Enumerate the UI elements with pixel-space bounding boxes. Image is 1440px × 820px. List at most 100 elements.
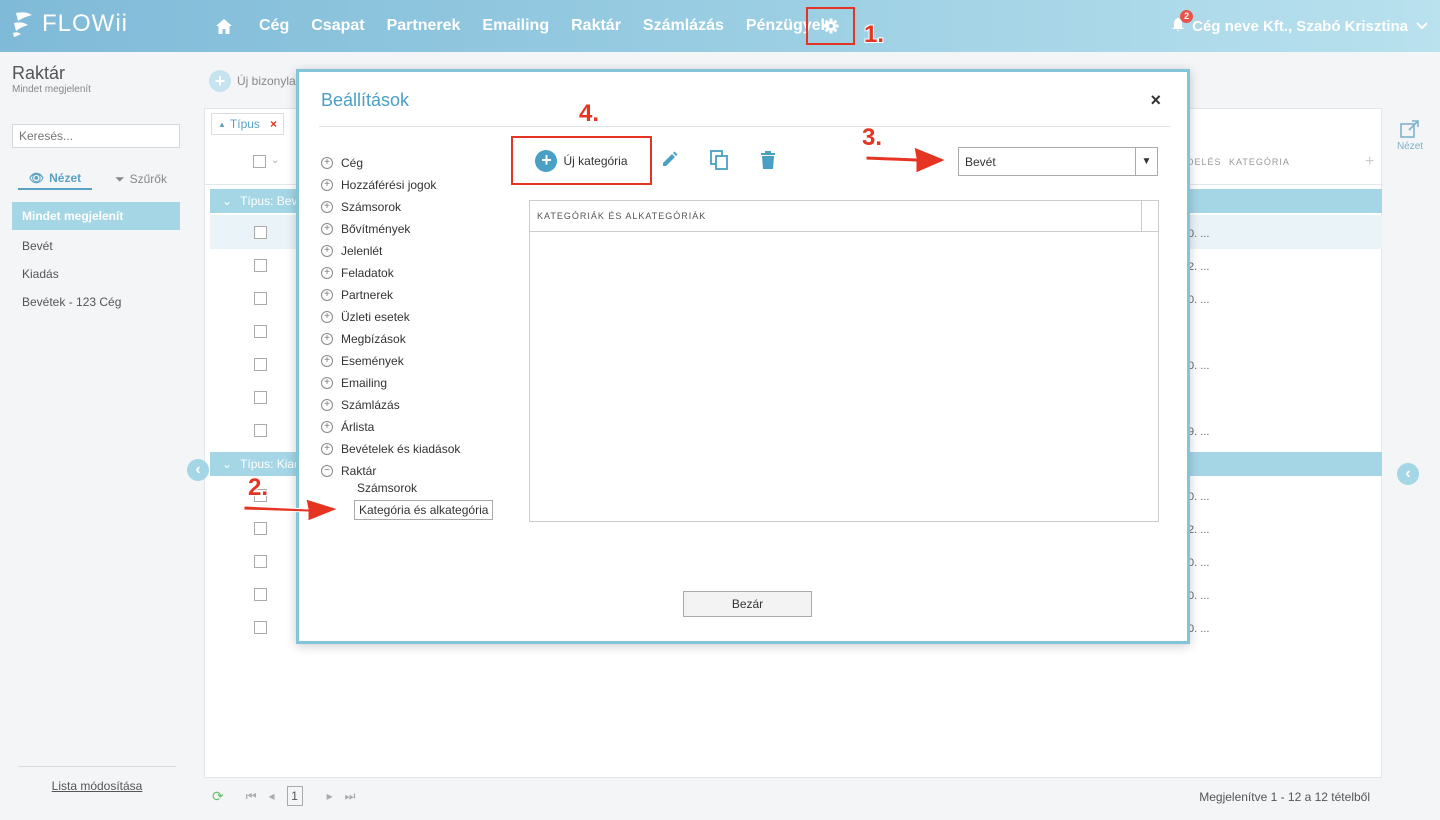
delete-icon[interactable] <box>760 150 776 173</box>
expand-icon[interactable]: + <box>321 443 333 455</box>
tree-item-szamsorok[interactable]: + Számsorok <box>321 196 460 218</box>
notification-badge: 2 <box>1180 9 1194 23</box>
column-header[interactable]: DELÉS <box>1187 157 1222 167</box>
expand-icon[interactable]: + <box>321 179 333 191</box>
tree-item-jelenlet[interactable]: + Jelenlét <box>321 240 460 262</box>
type-select[interactable]: Bevét ▼ <box>958 147 1158 176</box>
expand-icon[interactable]: + <box>321 267 333 279</box>
edit-list-link[interactable]: Lista módosítása <box>18 766 176 793</box>
tree-item-szamlazas[interactable]: + Számlázás <box>321 394 460 416</box>
new-category-button[interactable]: + Új kategória <box>511 136 652 185</box>
sidebar-item-all[interactable]: Mindet megjelenít <box>12 202 180 230</box>
main-menu: Cég Csapat Partnerek Emailing Raktár Szá… <box>200 0 840 52</box>
tree-item-raktar[interactable]: − Raktár <box>321 460 460 482</box>
settings-button[interactable] <box>806 7 855 45</box>
row-checkbox[interactable] <box>254 555 267 568</box>
tree-item-hozzaferes[interactable]: + Hozzáférési jogok <box>321 174 460 196</box>
tree-item-bevetelek[interactable]: + Bevételek és kiadások <box>321 438 460 460</box>
expand-icon[interactable]: + <box>321 333 333 345</box>
expand-icon[interactable]: + <box>321 421 333 433</box>
close-icon[interactable]: × <box>270 117 277 131</box>
expand-icon[interactable]: + <box>321 289 333 301</box>
row-checkbox[interactable] <box>254 621 267 634</box>
filter-chip[interactable]: ▲ Típus × <box>211 113 284 135</box>
modal-title: Beállítások <box>321 90 410 110</box>
dropdown-arrow-icon[interactable]: ▼ <box>1135 148 1157 175</box>
expand-icon[interactable]: + <box>321 355 333 367</box>
tree-item-emailing[interactable]: + Emailing <box>321 372 460 394</box>
gear-icon <box>823 18 838 34</box>
sidebar-item-kiadas[interactable]: Kiadás <box>12 260 180 288</box>
page-number[interactable]: 1 <box>286 786 303 806</box>
sidebar-item-bevetek-123[interactable]: Bevétek - 123 Cég <box>12 288 180 316</box>
cell: 0. ... <box>1188 294 1210 306</box>
refresh-icon[interactable]: ⟳ <box>212 788 224 805</box>
expand-icon[interactable]: + <box>321 201 333 213</box>
menu-ceg[interactable]: Cég <box>259 17 289 35</box>
sidebar-item-bevet[interactable]: Bevét <box>12 232 180 260</box>
row-checkbox[interactable] <box>254 292 267 305</box>
next-page-icon[interactable]: ▸ <box>327 789 333 803</box>
cell: 2. ... <box>1188 261 1210 273</box>
tree-subitem-szamsorok[interactable]: Számsorok <box>357 481 417 495</box>
add-column-icon[interactable]: + <box>1365 153 1374 171</box>
row-checkbox[interactable] <box>254 391 267 404</box>
new-document-label: Új bizonyla <box>237 74 296 88</box>
select-all-checkbox[interactable] <box>253 155 266 168</box>
tree-label: Üzleti esetek <box>341 310 410 324</box>
tree-item-megbizasok[interactable]: + Megbízások <box>321 328 460 350</box>
collapse-icon[interactable]: − <box>321 465 333 477</box>
tab-szurok[interactable]: ⏷ Szűrők <box>104 168 178 190</box>
expand-icon[interactable]: + <box>321 157 333 169</box>
row-checkbox[interactable] <box>254 259 267 272</box>
last-page-icon[interactable]: ⏭ <box>345 789 356 804</box>
expand-icon[interactable]: + <box>321 245 333 257</box>
column-header-kategoria[interactable]: KATEGÓRIA <box>1229 157 1290 167</box>
expand-icon[interactable]: + <box>321 377 333 389</box>
row-checkbox[interactable] <box>254 325 267 338</box>
expand-panel-button[interactable]: ‹ <box>1397 463 1419 485</box>
menu-csapat[interactable]: Csapat <box>311 17 364 35</box>
row-checkbox[interactable] <box>254 424 267 437</box>
row-checkbox[interactable] <box>254 522 267 535</box>
tab-nezet[interactable]: 👁 Nézet <box>18 168 92 190</box>
tree-subitem-kategoria[interactable]: Kategória és alkategória <box>354 500 494 520</box>
bell-icon[interactable]: 2 <box>1172 9 1194 35</box>
user-menu[interactable]: 2 Cég neve Kft., Szabó Krisztina <box>1172 0 1428 52</box>
menu-raktar[interactable]: Raktár <box>571 17 621 35</box>
copy-icon[interactable] <box>710 150 728 173</box>
menu-emailing[interactable]: Emailing <box>482 17 549 35</box>
collapse-sidebar-button[interactable]: ‹ <box>187 459 209 481</box>
tree-item-ceg[interactable]: + Cég <box>321 152 460 174</box>
annotation-arrow-3 <box>865 146 948 174</box>
row-checkbox[interactable] <box>254 358 267 371</box>
tree-item-feladatok[interactable]: + Feladatok <box>321 262 460 284</box>
close-button[interactable]: Bezár <box>683 591 812 617</box>
search-input[interactable] <box>12 124 180 148</box>
view-panel-button[interactable]: Nézet <box>1390 120 1430 152</box>
row-checkbox[interactable] <box>254 588 267 601</box>
menu-szamlazas[interactable]: Számlázás <box>643 17 724 35</box>
expand-icon[interactable]: + <box>321 399 333 411</box>
tree-label: Megbízások <box>341 332 406 346</box>
logo[interactable]: FLOWii <box>12 10 128 38</box>
new-document-button[interactable]: + Új bizonyla <box>209 70 296 92</box>
expand-icon[interactable]: + <box>321 223 333 235</box>
close-icon[interactable]: × <box>1150 90 1161 111</box>
chevron-down-icon[interactable]: ⌄ <box>271 155 279 166</box>
tree-item-bovitmenyek[interactable]: + Bővítmények <box>321 218 460 240</box>
menu-partnerek[interactable]: Partnerek <box>387 17 461 35</box>
tree-label: Jelenlét <box>341 244 383 258</box>
prev-page-icon[interactable]: ◂ <box>269 789 275 803</box>
row-checkbox[interactable] <box>254 226 267 239</box>
tree-item-uzleti-esetek[interactable]: + Üzleti esetek <box>321 306 460 328</box>
edit-icon[interactable] <box>661 150 679 171</box>
tree-item-partnerek[interactable]: + Partnerek <box>321 284 460 306</box>
page-title: Raktár <box>12 63 66 83</box>
tree-item-esemenyek[interactable]: + Események <box>321 350 460 372</box>
home-icon[interactable] <box>211 18 237 34</box>
plus-icon: + <box>535 149 558 172</box>
first-page-icon[interactable]: ⏮ <box>246 789 257 804</box>
tree-item-arlista[interactable]: + Árlista <box>321 416 460 438</box>
expand-icon[interactable]: + <box>321 311 333 323</box>
